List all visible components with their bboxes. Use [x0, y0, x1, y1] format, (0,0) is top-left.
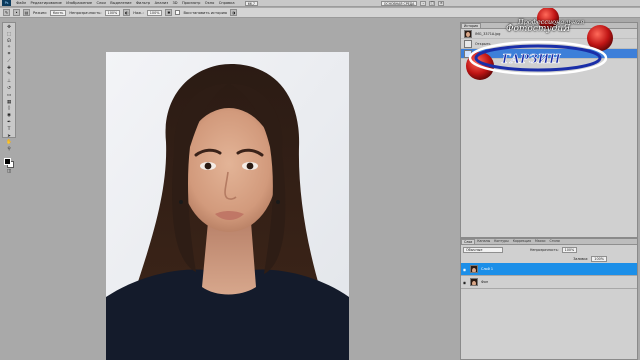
minimize-icon[interactable]: – [420, 0, 427, 6]
layer-opacity-label: Непрозрачность: [530, 247, 559, 252]
tab-masks[interactable]: Маски [533, 239, 547, 244]
layer-opacity-field[interactable]: 100% [561, 246, 578, 253]
blend-row: Обычные Непрозрачность: 100% [461, 245, 637, 254]
pen-tool-icon[interactable]: ✒ [3, 120, 15, 127]
foreground-color-swatch[interactable] [4, 157, 11, 165]
eraser-tool-icon[interactable]: ▭ [3, 93, 15, 100]
logo-brand-text: ГАРЗИН [501, 52, 561, 66]
document-canvas[interactable] [106, 52, 349, 360]
maximize-icon[interactable]: □ [429, 0, 436, 6]
menu-image[interactable]: Изображение [64, 1, 94, 5]
tab-layers[interactable]: Слои [461, 239, 476, 244]
brush-panel-icon[interactable]: ▤ [23, 9, 30, 16]
zoom-tool-icon[interactable]: ⚲ [3, 147, 15, 154]
history-brush-tool-icon[interactable]: ↺ [3, 86, 15, 93]
blend-mode-select[interactable]: Обычные [463, 246, 503, 253]
portrait-photo [106, 52, 349, 360]
pressure-size-icon[interactable]: ◑ [229, 9, 237, 16]
layer-row-layer1[interactable]: ◉ Слой 1 [461, 263, 637, 276]
close-icon[interactable]: × [438, 0, 445, 6]
zoom-level-field[interactable]: 66,7 [244, 0, 258, 6]
menu-analysis[interactable]: Анализ [152, 1, 170, 5]
menubar-extras: 66,7 ОСНОВНАЯ СРЕДА – □ × [244, 0, 445, 6]
flow-label: Наж.: [133, 10, 144, 15]
flow-field[interactable]: 100% [146, 9, 163, 16]
menu-bar: Ps Файл Редактирование Изображение Слои … [0, 0, 640, 7]
type-tool-icon[interactable]: T [3, 127, 15, 134]
history-brush-icon[interactable]: ✎ [3, 9, 10, 16]
move-tool-icon[interactable]: ✥ [3, 25, 15, 32]
visibility-eye-icon[interactable]: ◉ [462, 280, 467, 285]
tab-paths[interactable]: Контуры [492, 239, 511, 244]
tab-adjustments[interactable]: Коррекция [511, 239, 533, 244]
opacity-field[interactable]: 100% [104, 9, 121, 16]
menu-view[interactable]: Просмотр [180, 1, 203, 5]
marquee-tool-icon[interactable]: ⬚ [3, 32, 15, 39]
opacity-label: Непрозрачность: [69, 10, 102, 15]
menu-file[interactable]: Файл [14, 1, 28, 5]
workspace-switcher[interactable]: ОСНОВНАЯ СРЕДА [380, 0, 418, 6]
app-logo-icon: Ps [2, 0, 11, 6]
fill-row: Заливка: 100% [461, 254, 637, 263]
visibility-eye-icon[interactable]: ◉ [462, 267, 467, 272]
layer-row-background[interactable]: ◉ Фон [461, 276, 637, 289]
pressure-opacity-icon[interactable]: ◐ [123, 9, 131, 16]
mode-select[interactable]: Кисть [49, 9, 67, 16]
layer-fill-label: Заливка: [573, 256, 589, 261]
tab-channels[interactable]: Каналы [475, 239, 492, 244]
quick-select-tool-icon[interactable]: ✧ [3, 45, 15, 52]
tab-styles[interactable]: Стили [547, 239, 561, 244]
layer-thumbnail [470, 278, 478, 286]
layer-fill-field[interactable]: 100% [591, 255, 607, 262]
menu-window[interactable]: Окно [203, 1, 217, 5]
menu-3d[interactable]: 3D [170, 1, 179, 5]
stamp-tool-icon[interactable]: ⊥ [3, 79, 15, 86]
layer-name: Фон [481, 280, 489, 284]
crop-tool-icon[interactable]: ⌗ [3, 52, 15, 59]
mode-label: Режим: [33, 10, 47, 15]
eyedropper-tool-icon[interactable]: ⟋ [3, 59, 15, 66]
menu-filter[interactable]: Фильтр [134, 1, 153, 5]
quick-mask-icon[interactable]: ◫ [3, 169, 15, 176]
menu-help[interactable]: Справка [217, 1, 237, 5]
photoshop-window: Ps Файл Редактирование Изображение Слои … [0, 0, 640, 360]
erase-history-label: Восстановить историю [183, 10, 227, 15]
dodge-tool-icon[interactable]: ◉ [3, 113, 15, 120]
layer-thumbnail [470, 265, 478, 273]
erase-history-checkbox[interactable] [175, 10, 181, 15]
airbrush-icon[interactable]: ✱ [165, 9, 173, 16]
color-swatches[interactable] [3, 157, 15, 169]
hand-tool-icon[interactable]: ✋ [3, 140, 15, 147]
menu-edit[interactable]: Редактирование [28, 1, 64, 5]
menu-layers[interactable]: Слои [94, 1, 108, 5]
studio-watermark-logo: ГАРЗИН Профессиональная ФотостудиЯ [462, 7, 632, 88]
layers-panel: Слои Каналы Контуры Коррекция Маски Стил… [460, 238, 638, 360]
blur-tool-icon[interactable]: ◊ [3, 106, 15, 113]
tools-panel: ✥ ⬚ ᘏ ✧ ⌗ ⟋ ✚ ✎ ⊥ ↺ ▭ ▦ ◊ ◉ ✒ T ➤ ✋ ⚲ ◫ [2, 22, 16, 174]
menu-select[interactable]: Выделение [108, 1, 134, 5]
logo-line2: ФотостудиЯ [506, 24, 571, 34]
brush-preset-icon[interactable]: • [13, 9, 20, 16]
layer-name: Слой 1 [481, 267, 494, 271]
